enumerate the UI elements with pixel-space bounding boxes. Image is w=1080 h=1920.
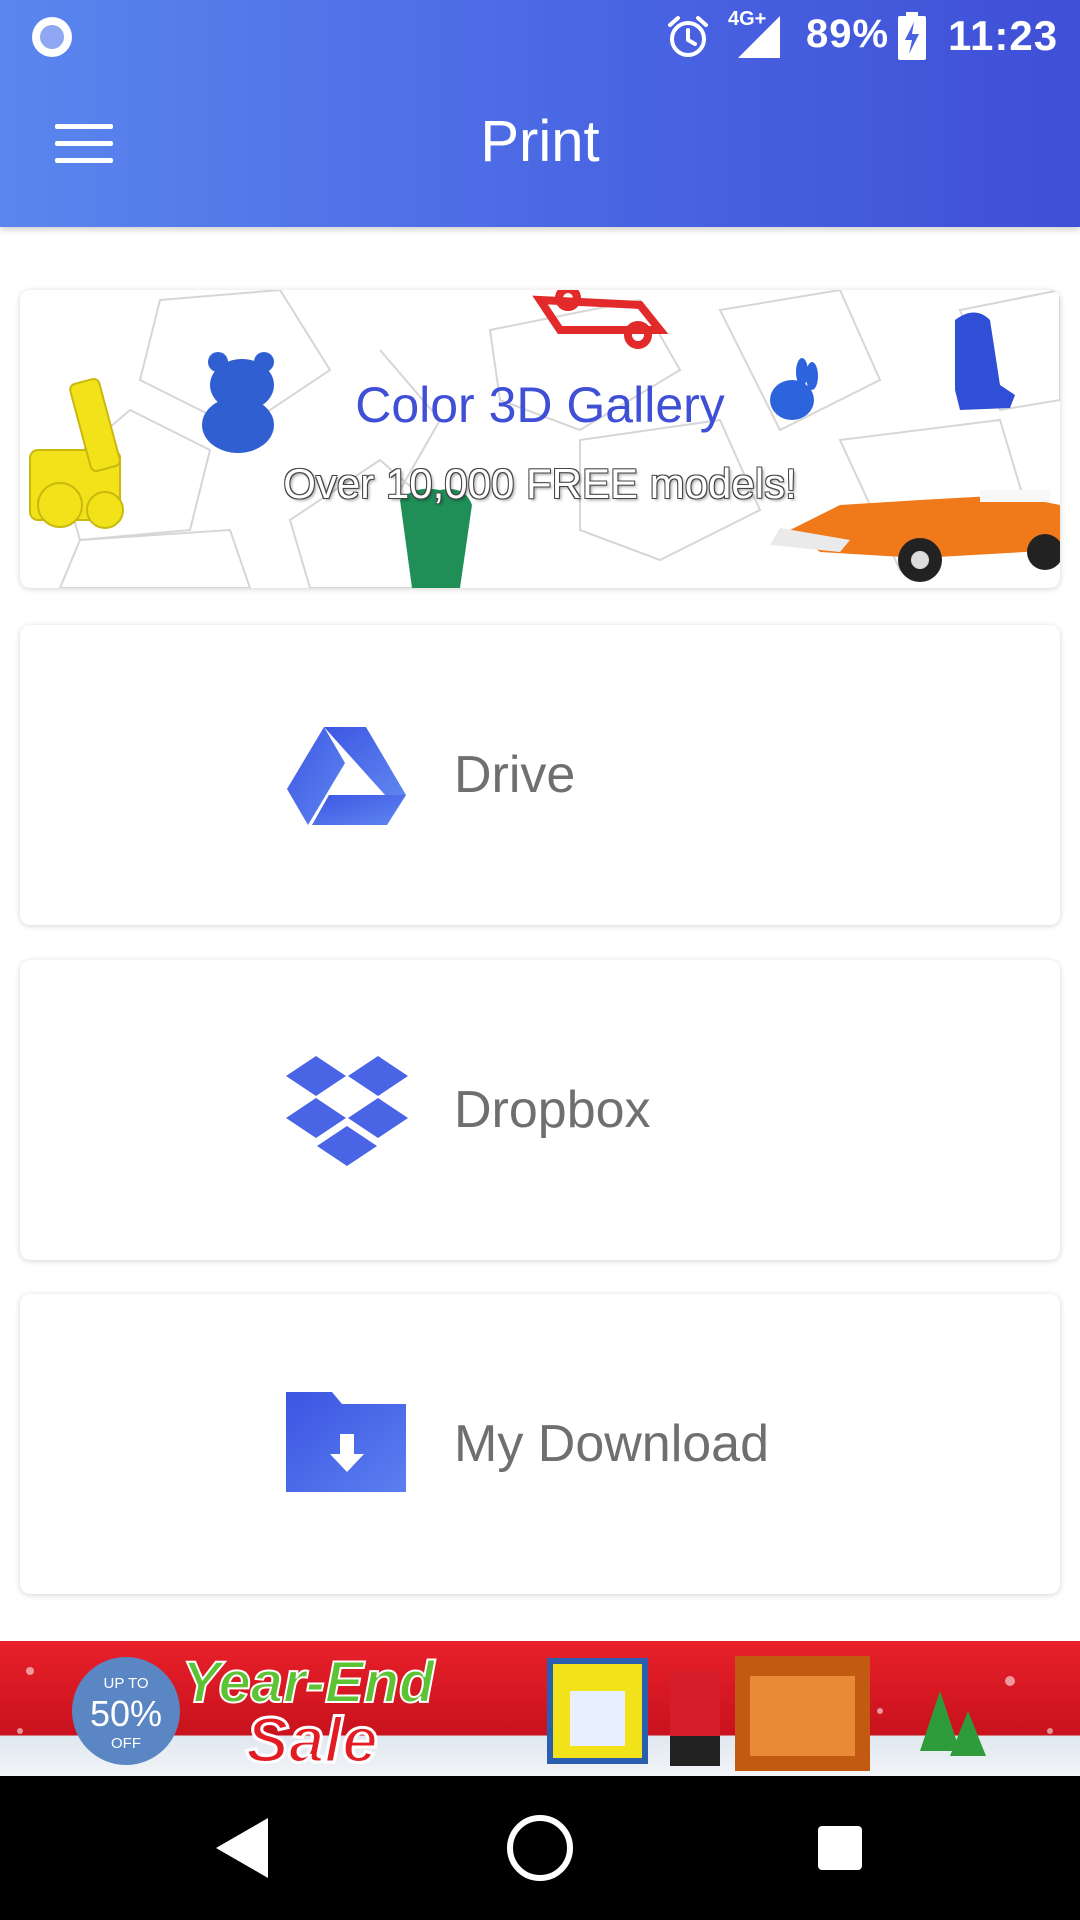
- battery-percent: 89%: [806, 12, 890, 56]
- page-title: Print: [480, 109, 600, 174]
- drive-label: Drive: [454, 746, 576, 804]
- badge-bottom-text: OFF: [111, 1735, 141, 1752]
- drive-card[interactable]: Drive: [20, 625, 1060, 925]
- gallery-banner[interactable]: Color 3D Gallery Over 10,000 FREE models…: [20, 290, 1060, 588]
- dropbox-icon: [286, 1056, 408, 1166]
- my-download-label: My Download: [454, 1415, 770, 1473]
- printer-products-image: [547, 1656, 870, 1771]
- gallery-title: Color 3D Gallery: [355, 377, 725, 433]
- alarm-icon: [668, 16, 708, 57]
- my-download-card[interactable]: My Download: [20, 1294, 1060, 1594]
- status-bar: 4G+ 89% 11:23: [0, 0, 1080, 75]
- gallery-subtitle: Over 10,000 FREE models!: [283, 460, 797, 507]
- download-folder-icon: [286, 1392, 406, 1492]
- discount-badge: UP TO 50% OFF: [72, 1657, 180, 1765]
- badge-top-text: UP TO: [103, 1675, 149, 1692]
- signal-icon: [738, 16, 780, 58]
- recents-icon[interactable]: [800, 1808, 880, 1888]
- gallery-background-art: [29, 290, 1060, 588]
- ad-headline-line2: Sale: [245, 1703, 380, 1777]
- clock: 11:23: [948, 12, 1059, 59]
- google-drive-icon: [287, 727, 406, 825]
- battery-charging-icon: [898, 12, 926, 60]
- assistant-dot-icon: [32, 17, 72, 57]
- dropbox-card[interactable]: Dropbox: [20, 960, 1060, 1260]
- badge-value: 50%: [89, 1693, 163, 1734]
- dropbox-label: Dropbox: [454, 1081, 651, 1139]
- app-bar: 4G+ 89% 11:23 Print: [0, 0, 1080, 227]
- system-nav-bar: [0, 1776, 1080, 1920]
- year-end-sale-ad[interactable]: UP TO 50% OFF Year-End Sale: [0, 1641, 1080, 1776]
- back-icon[interactable]: [202, 1808, 282, 1888]
- home-icon[interactable]: [500, 1808, 580, 1888]
